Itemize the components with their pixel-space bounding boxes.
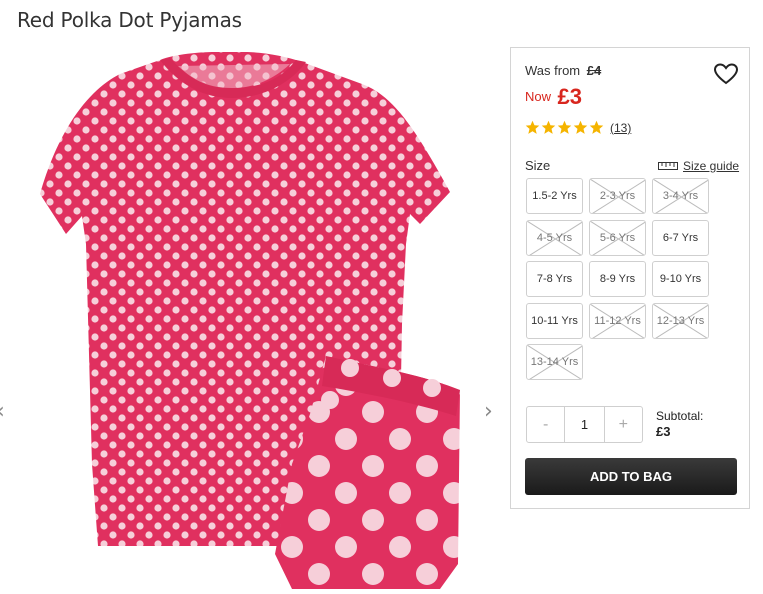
was-price: Was from £4 [525,63,601,78]
size-option[interactable]: 3-4 Yrs [652,178,709,214]
ruler-icon [658,162,678,170]
review-count-link[interactable]: (13) [610,121,631,135]
size-option[interactable]: 5-6 Yrs [589,219,646,256]
star-rating: (13) [525,120,631,135]
size-option[interactable]: 4-5 Yrs [526,219,583,256]
size-option[interactable]: 10-11 Yrs [526,302,583,339]
now-price: Now £3 [525,84,582,110]
size-option-label: 3-4 Yrs [662,190,699,202]
size-option[interactable]: 2-3 Yrs [589,178,646,214]
was-price-value: £4 [586,63,602,78]
size-option[interactable]: 7-8 Yrs [526,261,583,297]
product-image [40,52,460,589]
size-option[interactable]: 1.5-2 Yrs [526,178,583,214]
now-price-value: £3 [557,84,582,109]
size-option-label: 11-12 Yrs [594,314,641,327]
star-icon [589,120,604,134]
size-option-label: 10-11 Yrs [531,314,578,327]
size-option[interactable]: 6-7 Yrs [652,219,709,256]
size-guide-link[interactable]: Size guide [658,159,739,173]
star-icon [525,120,540,134]
page-title: Red Polka Dot Pyjamas [17,8,242,32]
size-option-label: 2-3 Yrs [599,190,636,202]
size-option[interactable]: 12-13 Yrs [652,302,709,339]
now-price-label: Now [525,89,552,104]
size-option-label: 8-9 Yrs [599,273,636,285]
was-price-label: Was from [525,63,581,78]
quantity-stepper: - 1 + [526,406,643,443]
subtotal: Subtotal: £3 [656,408,703,440]
size-option-label: 5-6 Yrs [599,231,636,244]
size-option[interactable]: 9-10 Yrs [652,261,709,297]
size-option[interactable]: 11-12 Yrs [589,302,646,339]
size-option-label: 12-13 Yrs [656,314,705,327]
size-option[interactable]: 8-9 Yrs [589,261,646,297]
size-option[interactable]: 13-14 Yrs [526,344,583,380]
size-option-label: 7-8 Yrs [536,273,573,285]
subtotal-value: £3 [656,424,671,439]
product-image-gallery[interactable]: ‹ › [0,44,505,589]
size-option-label: 4-5 Yrs [536,231,573,244]
size-option-label: 9-10 Yrs [659,273,702,285]
star-icon [541,120,556,134]
size-guide-label: Size guide [683,159,740,173]
increase-quantity-button[interactable]: + [605,407,642,442]
decrease-quantity-button[interactable]: - [527,407,564,442]
star-icon [557,120,572,134]
product-purchase-panel: Was from £4 Now £3 (13) Size Size guide … [510,47,750,509]
chevron-right-icon[interactable]: › [484,399,493,424]
star-icon [573,120,588,134]
add-to-bag-button[interactable]: ADD TO BAG [525,458,737,495]
size-label: Size [525,158,551,173]
chevron-left-icon[interactable]: ‹ [0,399,5,424]
size-option-label: 1.5-2 Yrs [532,190,577,202]
subtotal-label: Subtotal: [656,409,704,423]
quantity-value[interactable]: 1 [564,407,605,442]
heart-icon[interactable] [713,62,739,86]
size-option-label: 6-7 Yrs [662,231,699,244]
size-option-label: 13-14 Yrs [530,356,579,368]
